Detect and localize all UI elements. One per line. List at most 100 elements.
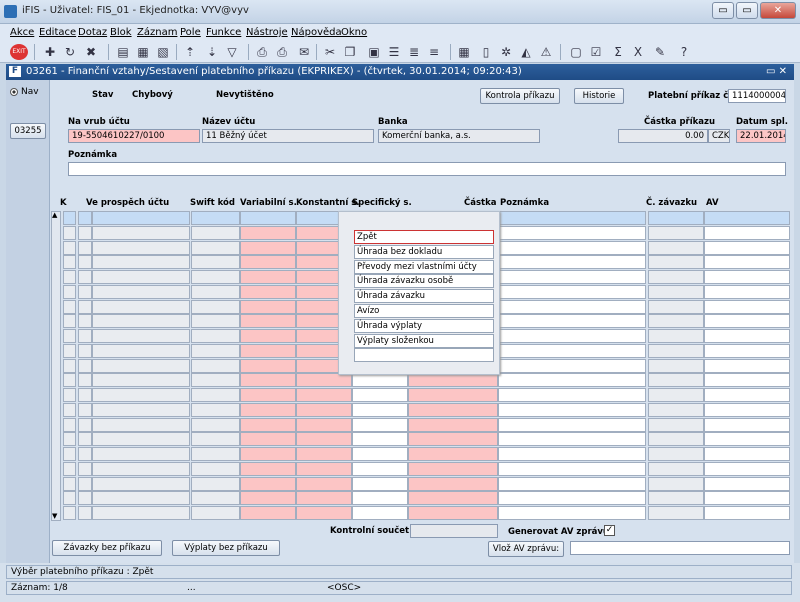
table-cell[interactable] (240, 417, 296, 432)
table-cell[interactable] (63, 491, 76, 506)
list3-icon[interactable]: ≡ (426, 44, 442, 60)
table-cell[interactable] (63, 447, 76, 461)
table-cell[interactable] (63, 358, 76, 373)
table-cell[interactable] (296, 447, 352, 461)
settings-icon[interactable]: ✲ (498, 44, 514, 60)
table-cell[interactable] (240, 211, 296, 225)
menu-5[interactable]: Pole (180, 27, 201, 38)
popup-item-6[interactable]: Úhrada výplaty (354, 318, 494, 333)
kontrolni-field[interactable] (410, 524, 498, 538)
table-cell[interactable] (191, 476, 240, 491)
chart-icon[interactable]: ◭ (518, 44, 534, 60)
list-icon[interactable]: ☰ (386, 44, 402, 60)
table-cell[interactable] (408, 491, 498, 506)
table-cell[interactable] (296, 432, 352, 447)
table-cell[interactable] (648, 211, 704, 225)
table-cell[interactable] (296, 476, 352, 491)
table-cell[interactable] (296, 417, 352, 432)
table-row[interactable] (50, 506, 794, 520)
kontrola-button[interactable]: Kontrola příkazu (480, 88, 560, 104)
table-row[interactable] (50, 491, 794, 506)
table-cell[interactable] (78, 402, 92, 417)
table-cell[interactable] (63, 373, 76, 388)
table-cell[interactable] (191, 270, 240, 284)
table-cell[interactable] (92, 373, 190, 388)
table-cell[interactable] (92, 388, 190, 402)
table-cell[interactable] (704, 373, 790, 388)
table-cell[interactable] (78, 284, 92, 299)
table-cell[interactable] (240, 388, 296, 402)
exit-icon[interactable]: EXIT (10, 44, 28, 60)
table-cell[interactable] (191, 402, 240, 417)
sort-asc-icon[interactable]: ⇡ (182, 44, 198, 60)
table-cell[interactable] (498, 284, 646, 299)
popup-item-0[interactable]: Zpět (354, 230, 494, 244)
table-cell[interactable] (92, 491, 190, 506)
table-cell[interactable] (498, 255, 646, 270)
table-cell[interactable] (63, 343, 76, 358)
nav-radio[interactable] (10, 88, 18, 96)
table-cell[interactable] (63, 402, 76, 417)
table-cell[interactable] (408, 388, 498, 402)
menu-0[interactable]: Akce (10, 27, 34, 38)
print-icon[interactable]: ⎙ (254, 44, 270, 60)
na-vrub-field[interactable]: 19-5504610227/0100 (68, 129, 200, 143)
table-cell[interactable] (240, 284, 296, 299)
excel-icon[interactable]: X (630, 44, 646, 60)
table-cell[interactable] (240, 225, 296, 240)
table-cell[interactable] (78, 240, 92, 255)
historie-button[interactable]: Historie (574, 88, 624, 104)
popup-item-7[interactable]: Výplaty složenkou (354, 333, 494, 348)
table-cell[interactable] (498, 373, 646, 388)
table-cell[interactable] (78, 447, 92, 461)
table-cell[interactable] (352, 432, 408, 447)
table-cell[interactable] (498, 358, 646, 373)
table-cell[interactable] (498, 476, 646, 491)
table-cell[interactable] (78, 299, 92, 314)
table-cell[interactable] (296, 373, 352, 388)
table-cell[interactable] (648, 343, 704, 358)
list2-icon[interactable]: ≣ (406, 44, 422, 60)
sum-icon[interactable]: Σ (610, 44, 626, 60)
calc-icon[interactable]: ▦ (456, 44, 472, 60)
table-cell[interactable] (648, 329, 704, 343)
table-cell[interactable] (78, 211, 92, 225)
table-cell[interactable] (498, 506, 646, 520)
table-cell[interactable] (704, 343, 790, 358)
folder-icon[interactable]: ▤ (115, 44, 131, 60)
table-cell[interactable] (191, 255, 240, 270)
table-cell[interactable] (92, 270, 190, 284)
menu-2[interactable]: Dotaz (78, 27, 107, 38)
table-cell[interactable] (191, 299, 240, 314)
menu-7[interactable]: Nástroje (246, 27, 288, 38)
table-cell[interactable] (408, 476, 498, 491)
help-icon[interactable]: ? (676, 44, 692, 60)
table-cell[interactable] (63, 417, 76, 432)
table-cell[interactable] (240, 314, 296, 329)
edit-icon[interactable]: ✎ (652, 44, 668, 60)
table-cell[interactable] (92, 343, 190, 358)
table-cell[interactable] (191, 240, 240, 255)
table-cell[interactable] (296, 402, 352, 417)
folder2-icon[interactable]: ▦ (135, 44, 151, 60)
table-cell[interactable] (408, 506, 498, 520)
delete-icon[interactable]: ✖ (83, 44, 99, 60)
table-cell[interactable] (92, 417, 190, 432)
table-row[interactable] (50, 476, 794, 491)
table-cell[interactable] (78, 476, 92, 491)
table-cell[interactable] (498, 240, 646, 255)
table-cell[interactable] (704, 299, 790, 314)
table-cell[interactable] (78, 314, 92, 329)
table-cell[interactable] (352, 476, 408, 491)
table-cell[interactable] (648, 461, 704, 476)
table-cell[interactable] (240, 461, 296, 476)
table-cell[interactable] (648, 432, 704, 447)
menu-4[interactable]: Záznam (137, 27, 177, 38)
paste-icon[interactable]: ▣ (366, 44, 382, 60)
table-cell[interactable] (704, 329, 790, 343)
table-cell[interactable] (296, 506, 352, 520)
castka-field[interactable]: 0.00 (618, 129, 708, 143)
form-icon[interactable]: ▢ (568, 44, 584, 60)
vloz-av-button[interactable]: Vlož AV zprávu: (488, 541, 564, 557)
table-cell[interactable] (191, 314, 240, 329)
